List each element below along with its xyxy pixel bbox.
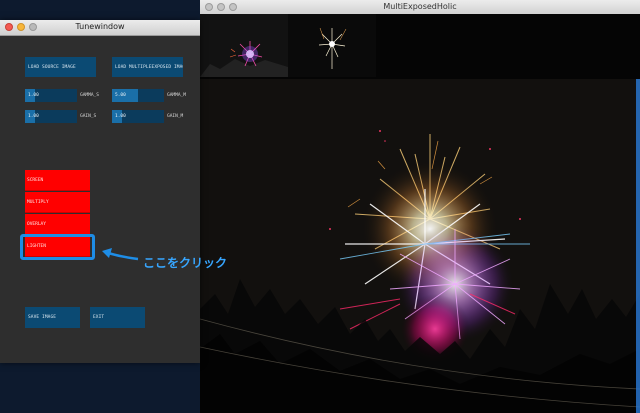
main-window-title: MultiExposedHolic xyxy=(383,2,457,11)
multiexposedholic-window: MultiExposedHolic xyxy=(200,0,640,413)
annotation-text: ここをクリック xyxy=(143,256,228,270)
tunewindow: Tunewindow LOAD SOURCE IMAGE LOAD MULTIP… xyxy=(0,20,200,363)
lighten-highlight-box xyxy=(20,234,95,260)
gamma-s-label: GAMMA_S xyxy=(80,93,99,98)
gain-m-value: 1.00 xyxy=(115,114,126,119)
gamma-m-value: 5.00 xyxy=(115,93,126,98)
multiexposed-fireworks-photo xyxy=(200,79,640,413)
gamma-m-slider[interactable]: 5.00 xyxy=(112,89,164,102)
blend-option-screen[interactable]: SCREEN xyxy=(25,170,90,191)
tunewindow-title: Tunewindow xyxy=(75,22,125,31)
gain-s-value: 1.00 xyxy=(28,114,39,119)
gain-m-label: GAIN_M xyxy=(167,114,184,119)
load-multiexposed-image-button[interactable]: LOAD MULTIPLEEXPOSED IMAGE xyxy=(112,57,183,77)
gamma-s-value: 1.00 xyxy=(28,93,39,98)
tunewindow-titlebar[interactable]: Tunewindow xyxy=(0,20,200,36)
load-source-image-button[interactable]: LOAD SOURCE IMAGE xyxy=(25,57,96,77)
callout-arrow-icon xyxy=(102,248,139,261)
save-image-button[interactable]: SAVE IMAGE xyxy=(25,307,80,328)
gamma-m-label: GAMMA_M xyxy=(167,93,186,98)
gain-s-slider[interactable]: 1.00 xyxy=(25,110,77,123)
gain-s-label: GAIN_S xyxy=(80,114,97,119)
blend-option-multiply[interactable]: MULTIPLY xyxy=(25,192,90,213)
gain-m-slider[interactable]: 1.00 xyxy=(112,110,164,123)
thumbnail-strip-empty xyxy=(376,14,640,77)
main-titlebar[interactable]: MultiExposedHolic xyxy=(200,0,640,15)
exit-button[interactable]: EXIT xyxy=(90,307,145,328)
multiexposed-image-thumbnail xyxy=(288,14,376,77)
blend-option-overlay[interactable]: OVERLAY xyxy=(25,214,90,235)
source-image-thumbnail xyxy=(200,14,288,77)
gamma-s-slider[interactable]: 1.00 xyxy=(25,89,77,102)
